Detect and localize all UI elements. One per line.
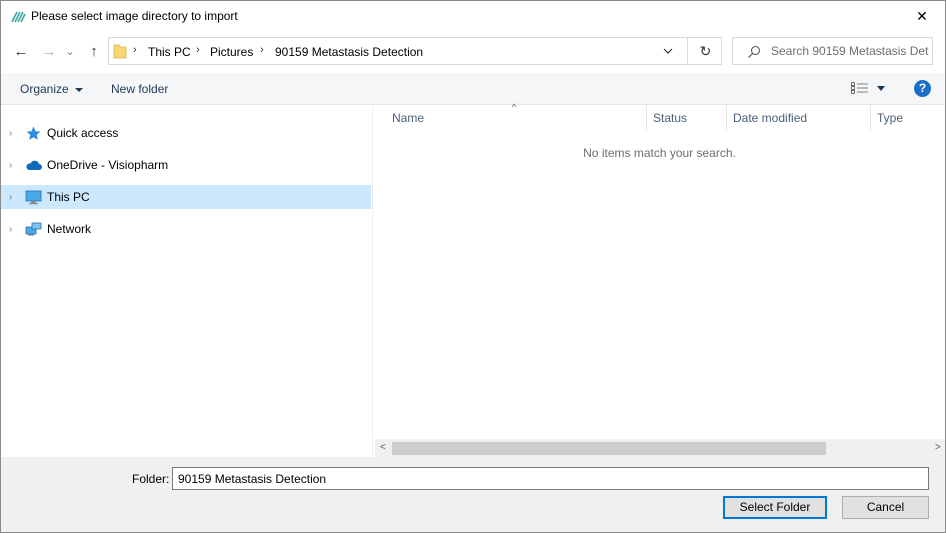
search-icon [748,45,761,58]
forward-button[interactable]: → [38,40,60,62]
file-list-pane: ^ Name Status Date modified Type No item… [374,102,945,457]
navigation-bar: ← → ⌄ ↑ › This PC › Pictures › 90159 Met… [1,36,945,68]
visiopharm-logo-icon [11,11,26,23]
column-header-label: Date modified [733,111,808,125]
column-header-label: Name [392,111,425,125]
back-arrow-icon: ← [13,42,29,60]
breadcrumb-this-pc[interactable]: This PC [148,45,191,59]
forward-arrow-icon: → [41,42,57,60]
recent-locations-button[interactable]: ⌄ [63,40,77,62]
horizontal-scrollbar[interactable]: < > [375,439,945,457]
breadcrumb-current-folder[interactable]: 90159 Metastasis Detection [275,45,423,59]
search-box[interactable] [732,37,933,65]
sidebar-item-label: OneDrive - Visiopharm [47,158,169,172]
up-button[interactable]: ↑ [83,40,105,62]
chevron-down-icon: ⌄ [65,45,75,58]
expand-chevron-icon[interactable]: › [9,192,12,203]
scroll-right-icon[interactable]: > [935,442,941,453]
column-header-label: Status [653,111,688,125]
column-header-date-modified[interactable]: Date modified [727,105,870,130]
help-icon[interactable]: ? [914,80,931,97]
address-bar[interactable]: › This PC › Pictures › 90159 Metastasis … [108,37,722,65]
column-header-status[interactable]: Status [647,105,726,130]
sidebar-item-label: This PC [47,190,90,204]
file-dialog-window: Please select image directory to import … [0,0,946,533]
caret-down-icon [74,87,83,92]
refresh-icon: ↻ [699,42,712,59]
refresh-button[interactable]: ↻ [687,38,723,64]
expand-chevron-icon[interactable]: › [9,160,12,171]
breadcrumb-pictures[interactable]: Pictures [210,45,253,59]
expand-chevron-icon[interactable]: › [9,128,12,139]
footer-panel: Folder: Select Folder Cancel [1,457,945,532]
sidebar-item-onedrive[interactable]: › OneDrive - Visiopharm [1,153,371,177]
sidebar-item-network[interactable]: › Network [1,217,371,241]
command-toolbar: Organize New folder ? [1,73,945,105]
scrollbar-thumb[interactable] [392,442,826,455]
folder-label: Folder: [132,472,170,486]
network-icon [25,222,42,236]
close-button[interactable]: ✕ [899,1,945,32]
search-input[interactable] [771,43,929,59]
sidebar-item-label: Quick access [47,126,119,140]
column-header-name[interactable]: Name [374,105,646,130]
cloud-icon [26,160,42,170]
computer-icon [25,190,42,205]
folder-input[interactable] [172,467,929,490]
folder-icon [113,44,127,59]
sidebar-item-label: Network [47,222,92,236]
expand-chevron-icon[interactable]: › [9,224,12,235]
organize-label: Organize [20,82,69,96]
sidebar-item-quick-access[interactable]: › Quick access [1,121,371,145]
column-header-type[interactable]: Type [871,105,945,130]
organize-button[interactable]: Organize [20,82,83,96]
breadcrumb-separator-icon: › [133,44,137,56]
window-title: Please select image directory to import [31,9,238,23]
scroll-left-icon[interactable]: < [380,442,386,453]
star-icon [26,126,41,140]
breadcrumb-separator-icon: › [196,44,200,56]
navigation-pane: › Quick access › OneDrive - Visiopharm ›… [1,105,373,457]
view-options-icon[interactable] [851,82,869,94]
back-button[interactable]: ← [10,40,32,62]
view-dropdown-icon[interactable] [877,86,885,91]
up-arrow-icon: ↑ [90,42,98,60]
empty-message: No items match your search. [583,146,736,160]
new-folder-button[interactable]: New folder [111,82,168,96]
breadcrumb-separator-icon: › [260,44,264,56]
close-icon: ✕ [916,8,928,24]
address-dropdown-icon[interactable] [662,45,674,57]
column-header-label: Type [877,111,904,125]
sidebar-item-this-pc[interactable]: › This PC [1,185,371,209]
cancel-button[interactable]: Cancel [842,496,929,519]
select-folder-button[interactable]: Select Folder [723,496,827,519]
title-bar: Please select image directory to import … [1,1,945,32]
